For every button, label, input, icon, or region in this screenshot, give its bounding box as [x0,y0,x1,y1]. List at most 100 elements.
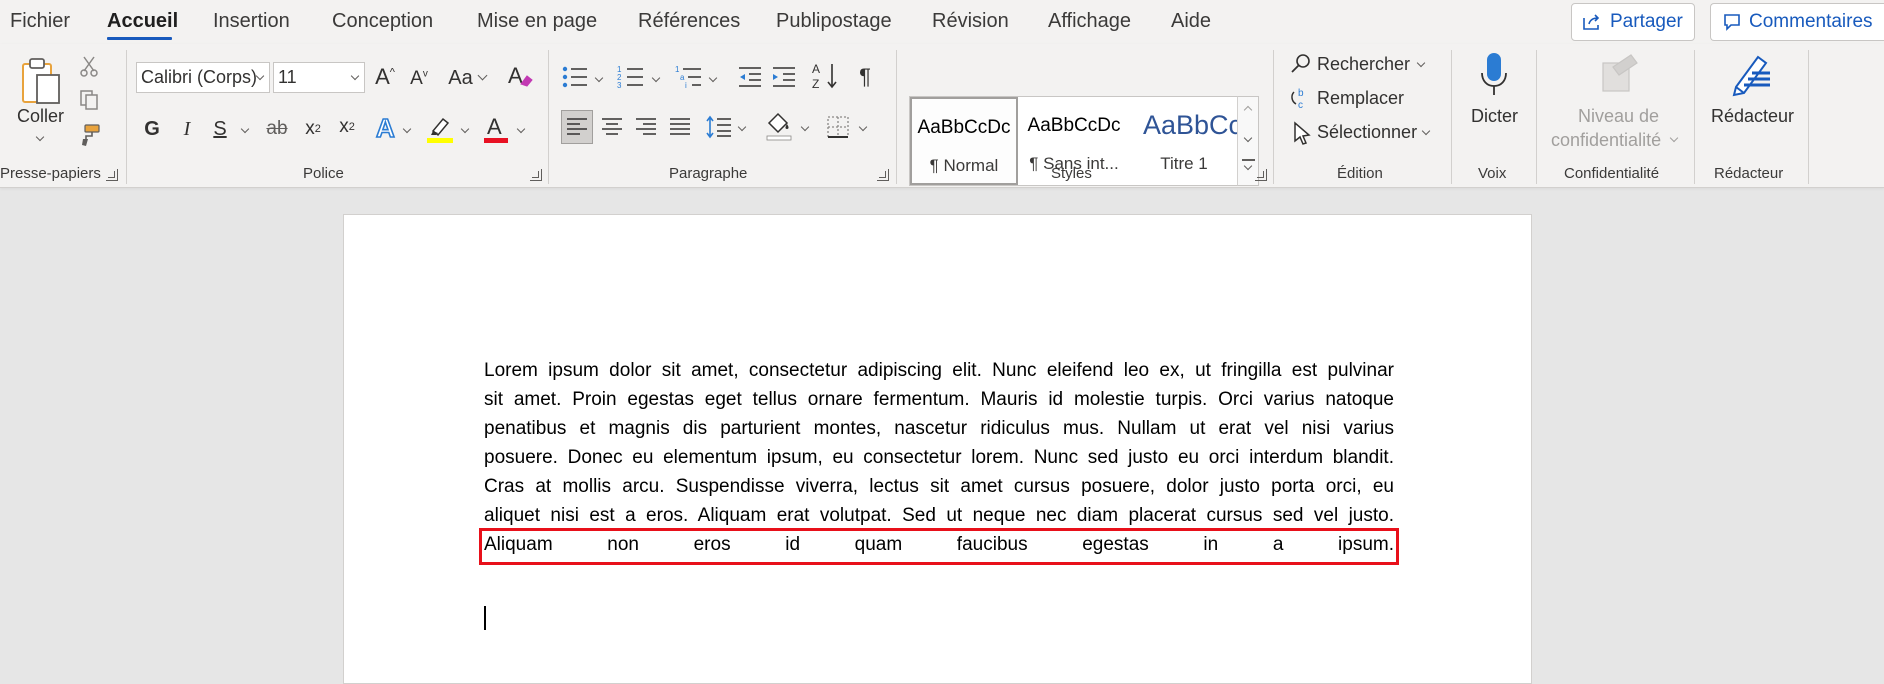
sensitivity-label-line1[interactable]: Niveau de [1578,106,1659,127]
grow-font-button[interactable]: A^ [372,62,398,92]
style-normal[interactable]: AaBbCcDc ¶ Normal [910,97,1018,185]
cursor-arrow-icon [1294,121,1311,145]
underline-button[interactable]: S [208,114,232,144]
line-spacing-caret[interactable] [737,122,747,132]
styles-group-label: Styles [1051,165,1092,182]
shading-button[interactable] [763,108,795,144]
tab-references[interactable]: Références [638,10,740,33]
highlight-color-caret[interactable] [460,124,470,134]
copy-icon [80,90,98,110]
font-launcher[interactable] [530,169,542,181]
scroll-up-icon[interactable] [1243,105,1253,115]
tab-home[interactable]: Accueil [107,10,178,33]
sensitivity-group-label: Confidentialité [1564,165,1660,182]
styles-launcher[interactable] [1255,169,1267,181]
editing-group-label: Édition [1337,165,1383,182]
change-case-button[interactable]: Aa [446,62,488,94]
tab-insert[interactable]: Insertion [213,10,290,33]
style-sample: AaBbCc [1143,110,1238,140]
strikethrough-button[interactable]: ab [262,114,292,144]
share-button[interactable]: Partager [1571,3,1695,41]
style-sample: AaBbCcDc [917,117,1011,138]
format-painter-button[interactable] [76,122,102,148]
dictate-button[interactable]: Dicter [1471,106,1518,127]
line-spacing-button[interactable] [704,110,734,144]
expand-gallery-icon[interactable] [1243,161,1253,171]
text-effects-caret[interactable] [402,124,412,134]
style-heading-1[interactable]: AaBbCc Titre 1 [1130,97,1238,185]
bullets-caret[interactable] [594,73,604,83]
sort-button[interactable]: AZ [810,60,840,92]
borders-button[interactable] [823,110,853,144]
tab-view[interactable]: Affichage [1048,10,1131,33]
select-icon-wrap[interactable] [1291,120,1313,146]
paste-dropdown-caret[interactable] [35,132,45,142]
sensitivity-caret[interactable] [1669,133,1679,143]
tab-review[interactable]: Révision [932,10,1009,33]
align-left-button[interactable] [561,110,593,144]
align-center-button[interactable] [597,110,627,144]
multilevel-list-caret[interactable] [708,73,718,83]
increase-indent-icon [773,67,795,87]
find-button[interactable]: Rechercher [1317,54,1410,75]
scroll-down-icon[interactable] [1243,133,1253,143]
tab-layout[interactable]: Mise en page [477,10,597,33]
paragraph-launcher[interactable] [877,169,889,181]
shading-caret[interactable] [800,122,810,132]
sensitivity-icon-wrap[interactable] [1598,52,1640,96]
svg-text:c: c [1298,100,1303,110]
decrease-indent-button[interactable] [736,62,764,92]
svg-text:A: A [376,114,395,142]
tab-file[interactable]: Fichier [10,10,70,33]
editor-icon-wrap[interactable] [1727,50,1775,100]
shrink-font-button[interactable]: Av [406,64,432,94]
borders-caret[interactable] [858,122,868,132]
font-size-select[interactable]: 11 [273,62,365,93]
increase-indent-button[interactable] [770,62,798,92]
cut-button[interactable] [78,54,100,78]
multilevel-list-button[interactable]: 1ai [674,62,704,92]
find-icon-wrap[interactable] [1289,52,1313,76]
bold-button[interactable]: G [140,114,164,144]
replace-icon-wrap[interactable]: bc [1289,86,1313,110]
numbering-button[interactable]: 123 [616,62,646,92]
ribbon-tab-bar: Fichier Accueil Insertion Conception Mis… [0,0,1884,44]
comments-button[interactable]: Commentaires [1710,3,1884,41]
align-right-button[interactable] [631,110,661,144]
font-name-value: Calibri (Corps) [141,67,258,87]
paste-button[interactable] [18,54,66,110]
select-button[interactable]: Sélectionner [1317,122,1417,143]
underline-dropdown-caret[interactable] [240,124,250,134]
find-caret[interactable] [1416,58,1426,68]
multilevel-list-icon: 1ai [675,65,701,90]
font-color-button[interactable]: A [481,112,511,146]
style-name: ¶ Normal [929,156,999,175]
replace-button[interactable]: Remplacer [1317,88,1404,109]
clipboard-launcher[interactable] [106,169,118,181]
sensitivity-label-line2[interactable]: confidentialité [1551,130,1661,151]
clear-formatting-button[interactable]: A [505,60,535,92]
tab-help[interactable]: Aide [1171,10,1211,33]
editor-pen-icon [1732,55,1770,97]
dictate-icon-wrap[interactable] [1476,50,1512,100]
italic-button[interactable]: I [175,114,199,144]
style-sample: AaBbCcDc [1027,115,1121,136]
font-name-select[interactable]: Calibri (Corps) [136,62,270,93]
text-effects-button[interactable]: A [372,112,402,144]
scissors-icon [80,56,98,77]
tab-mailings[interactable]: Publipostage [776,10,892,33]
font-color-caret[interactable] [516,124,526,134]
show-formatting-marks-button[interactable]: ¶ [852,62,878,92]
numbering-caret[interactable] [651,73,661,83]
highlight-color-button[interactable] [424,112,456,146]
align-center-icon [602,118,622,135]
subscript-button[interactable]: x2 [301,114,325,144]
copy-button[interactable] [78,88,100,112]
superscript-button[interactable]: x2 [335,112,359,142]
bullets-button[interactable] [560,62,590,92]
tab-design[interactable]: Conception [332,10,433,33]
select-caret[interactable] [1421,126,1431,136]
voice-group-label: Voix [1478,165,1507,182]
editor-button[interactable]: Rédacteur [1711,106,1794,127]
justify-button[interactable] [665,110,695,144]
